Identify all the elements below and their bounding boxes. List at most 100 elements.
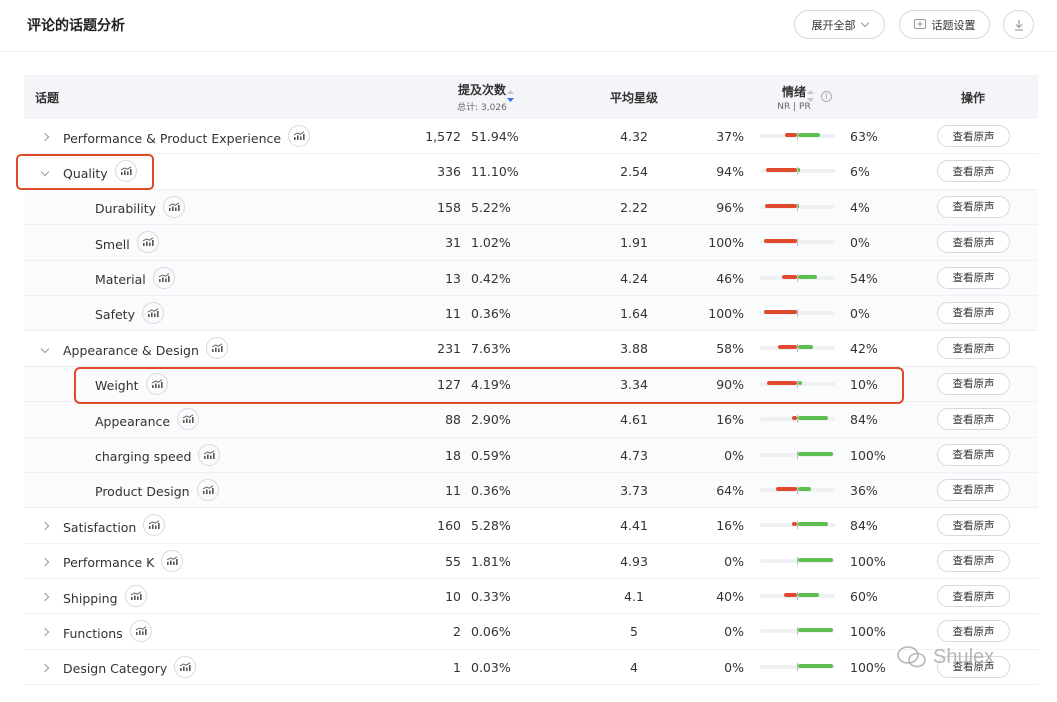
trend-chart-icon[interactable] <box>177 408 200 431</box>
topic-name-cell: Smell <box>95 231 159 254</box>
sort-desc-icon[interactable] <box>506 88 515 104</box>
page-title: 评论的话题分析 <box>27 18 125 34</box>
view-reviews-button[interactable]: 查看原声 <box>937 443 1010 466</box>
positive-bar <box>798 557 834 562</box>
mention-count: 31 <box>445 235 461 251</box>
trend-chart-icon[interactable] <box>143 514 166 537</box>
chevron-down-icon <box>860 18 869 28</box>
topic-name[interactable]: Durability <box>95 201 156 216</box>
chevron-right-icon[interactable] <box>40 555 50 568</box>
sentiment-bar <box>760 521 835 530</box>
average-rating: 3.73 <box>620 482 648 498</box>
negative-bar <box>763 239 797 244</box>
topic-name[interactable]: Design Category <box>63 661 167 676</box>
topic-name[interactable]: Performance & Product Experience <box>63 131 281 146</box>
chevron-down-icon[interactable] <box>40 342 50 355</box>
topic-name[interactable]: Material <box>95 272 146 287</box>
trend-chart-icon[interactable] <box>124 585 147 608</box>
watermark-text: Shulex <box>933 645 995 668</box>
topic-name[interactable]: Satisfaction <box>63 520 136 535</box>
view-reviews-button[interactable]: 查看原声 <box>937 620 1010 643</box>
mention-count: 158 <box>437 199 461 215</box>
trend-chart-icon[interactable] <box>205 337 228 360</box>
view-reviews-button[interactable]: 查看原声 <box>937 125 1010 147</box>
mention-count: 1 <box>453 659 461 675</box>
table-row: Smell 31 1.02% 1.91 100% 0% 查看原声 <box>24 225 1038 261</box>
mention-percent: 2.90% <box>471 412 511 428</box>
sentiment-bar <box>760 167 835 176</box>
sentiment-bar-divider <box>797 627 798 636</box>
view-reviews-button[interactable]: 查看原声 <box>937 337 1010 360</box>
view-reviews-button[interactable]: 查看原声 <box>937 160 1010 183</box>
view-reviews-button[interactable]: 查看原声 <box>937 514 1010 537</box>
topic-name[interactable]: charging speed <box>95 449 191 464</box>
info-icon[interactable]: i <box>821 91 832 102</box>
view-reviews-button[interactable]: 查看原声 <box>937 549 1010 572</box>
topic-name-cell: Appearance <box>95 408 200 431</box>
positive-bar <box>798 522 828 527</box>
view-reviews-button[interactable]: 查看原声 <box>937 301 1010 324</box>
view-reviews-button[interactable]: 查看原声 <box>937 478 1010 501</box>
sentiment-bar <box>760 592 835 601</box>
trend-chart-icon[interactable] <box>152 266 175 289</box>
trend-chart-icon[interactable] <box>129 620 152 643</box>
mention-count: 88 <box>445 412 461 428</box>
trend-chart-icon[interactable] <box>174 655 197 678</box>
view-reviews-button[interactable]: 查看原声 <box>937 231 1010 254</box>
chevron-right-icon[interactable] <box>40 519 50 532</box>
topic-name[interactable]: Appearance <box>95 414 170 429</box>
sentiment-bar <box>760 556 835 565</box>
negative-rate: 40% <box>716 589 744 605</box>
column-sentiment[interactable]: 情绪 NR | PR <box>739 75 849 119</box>
trend-chart-icon[interactable] <box>161 549 184 572</box>
positive-bar <box>798 663 834 668</box>
negative-rate: 94% <box>716 164 744 180</box>
view-reviews-button[interactable]: 查看原声 <box>937 372 1010 395</box>
trend-chart-icon[interactable] <box>136 231 159 254</box>
average-rating: 1.64 <box>620 305 648 321</box>
chevron-right-icon[interactable] <box>40 625 50 638</box>
table-row: Durability 158 5.22% 2.22 96% 4% 查看原声 <box>24 189 1038 226</box>
topic-name[interactable]: Product Design <box>95 484 190 499</box>
average-rating: 4.24 <box>620 270 648 286</box>
column-operation: 操作 <box>960 90 985 105</box>
sentiment-bar <box>760 662 835 671</box>
mention-percent: 0.42% <box>471 270 511 286</box>
trend-chart-icon[interactable] <box>163 195 185 218</box>
mention-count: 2 <box>453 624 461 640</box>
view-reviews-button[interactable]: 查看原声 <box>937 195 1010 218</box>
mention-count: 336 <box>437 164 461 180</box>
column-mentions[interactable]: 提及次数 总计: 3,026 <box>432 75 532 119</box>
topic-name[interactable]: Shipping <box>63 591 118 606</box>
average-rating: 4.41 <box>620 518 648 534</box>
topic-name[interactable]: Appearance & Design <box>63 343 199 358</box>
negative-rate: 100% <box>708 235 744 251</box>
view-reviews-button[interactable]: 查看原声 <box>937 266 1010 289</box>
topic-name-cell: Durability <box>95 195 185 218</box>
mention-count: 1,572 <box>425 129 461 144</box>
expand-all-button[interactable]: 展开全部 <box>794 10 885 39</box>
positive-bar <box>798 416 828 421</box>
sentiment-bar <box>760 273 835 282</box>
chevron-right-icon[interactable] <box>40 130 50 143</box>
download-button[interactable] <box>1003 10 1034 39</box>
sort-icon[interactable] <box>806 88 815 104</box>
chevron-right-icon[interactable] <box>40 661 50 674</box>
topic-name[interactable]: Functions <box>63 626 123 641</box>
chevron-right-icon[interactable] <box>40 590 50 603</box>
trend-chart-icon[interactable] <box>288 125 311 147</box>
topic-name[interactable]: Performance K <box>63 555 154 570</box>
mention-percent: 1.02% <box>471 235 511 251</box>
topic-name[interactable]: Smell <box>95 237 130 252</box>
view-reviews-button[interactable]: 查看原声 <box>937 585 1010 608</box>
topic-settings-button[interactable]: 话题设置 <box>899 10 990 39</box>
sentiment-bar-divider <box>797 556 798 565</box>
mention-percent: 0.36% <box>471 305 511 321</box>
trend-chart-icon[interactable] <box>141 301 164 324</box>
negative-bar <box>777 345 797 350</box>
topic-name[interactable]: Safety <box>95 307 135 322</box>
trend-chart-icon[interactable] <box>196 478 219 501</box>
view-reviews-button[interactable]: 查看原声 <box>937 408 1010 431</box>
trend-chart-icon[interactable] <box>198 443 221 466</box>
mention-count: 18 <box>445 447 461 463</box>
